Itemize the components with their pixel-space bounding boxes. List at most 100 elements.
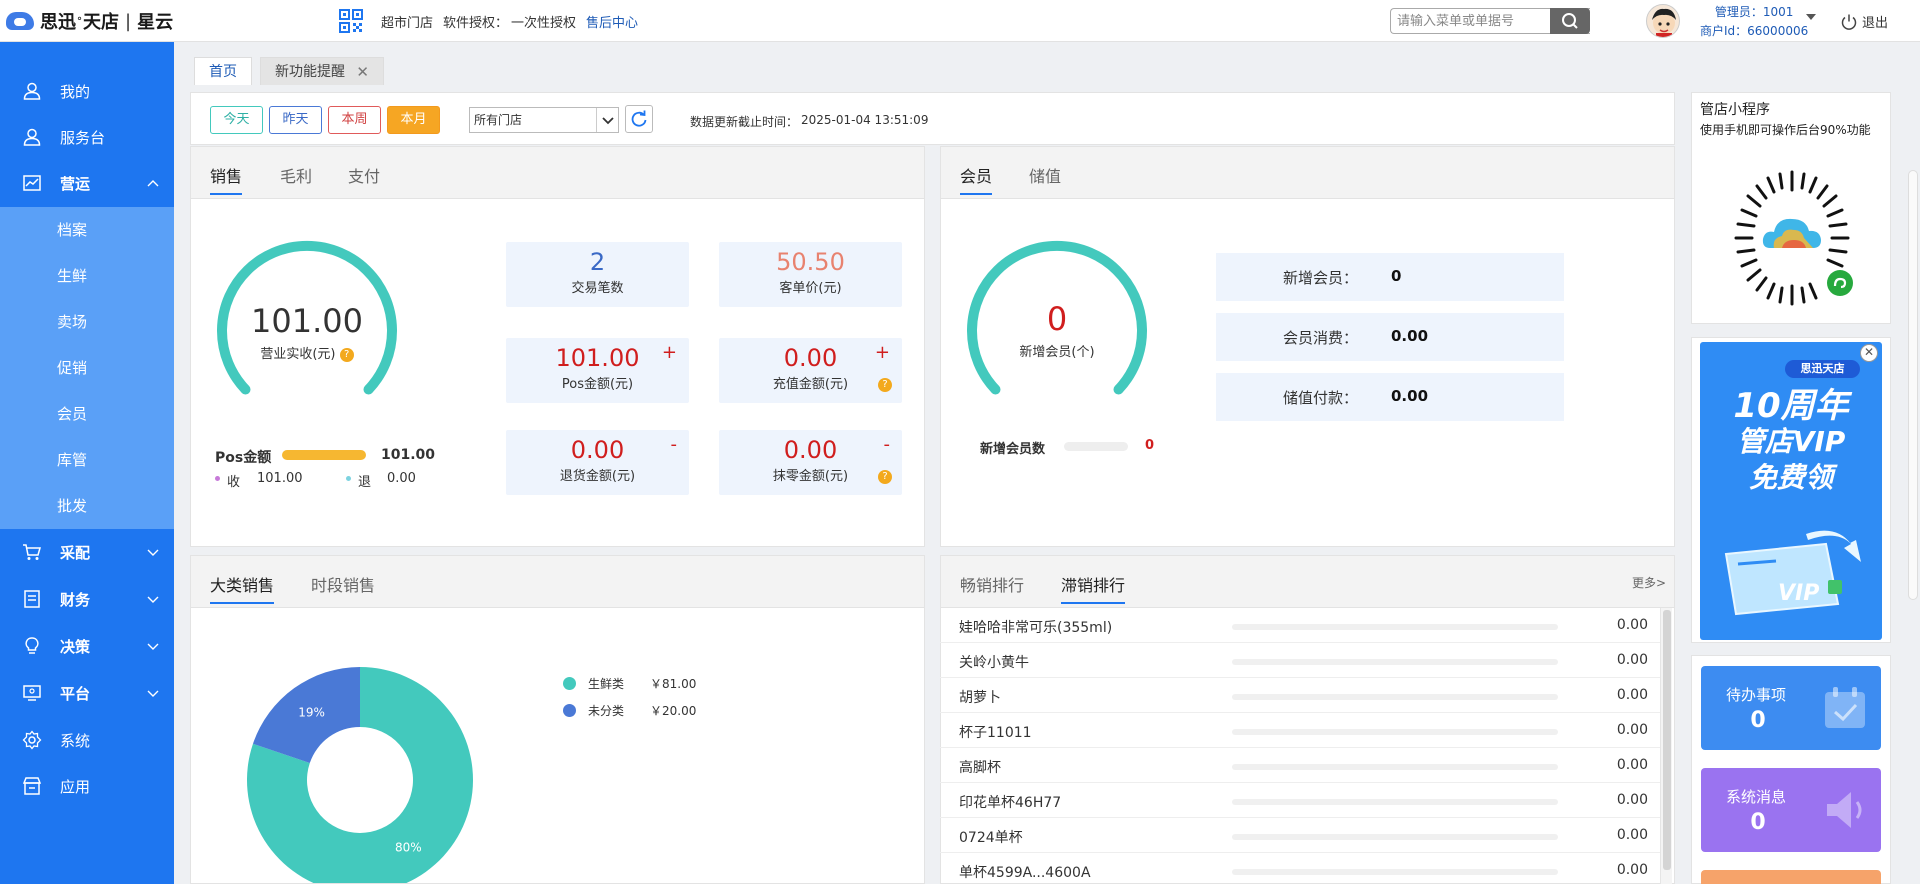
vip-ad-card[interactable]: 思迅天店 10周年 管店VIP 免费领 VIP ✕: [1691, 337, 1891, 643]
tab-stored-value[interactable]: 储值: [1029, 163, 1061, 187]
ranking-list: 娃哈哈非常可乐(355ml) 0.00 关岭小黄牛 0.00 胡萝卜 0.00 杯子1…: [940, 608, 1675, 884]
ad-line-2: 管店VIP: [1736, 425, 1846, 458]
tab-new-features[interactable]: 新功能提醒 ✕: [260, 57, 384, 85]
caret-down-icon[interactable]: [1806, 14, 1816, 20]
store-select[interactable]: 所有门店: [469, 107, 619, 133]
todo-label: 待办事项: [1726, 686, 1787, 704]
help-icon[interactable]: ?: [878, 470, 892, 484]
help-icon[interactable]: ?: [878, 378, 892, 392]
table-row[interactable]: 关岭小黄牛 0.00: [940, 643, 1660, 678]
tab-slow-selling[interactable]: 滞销排行: [1061, 572, 1126, 604]
rounding-amount-card[interactable]: 0.00 抹零金额(元) - ?: [719, 430, 902, 495]
sidebar-item-service-desk[interactable]: 服务台: [0, 114, 174, 160]
sidebar-subitem-fresh[interactable]: 生鲜: [0, 253, 174, 299]
more-link[interactable]: 更多>: [1632, 574, 1666, 591]
table-row[interactable]: 0724单杯 0.00: [940, 818, 1660, 853]
sidebar-item-platform[interactable]: 平台: [0, 670, 174, 716]
close-icon[interactable]: ✕: [1860, 344, 1878, 362]
table-row[interactable]: 高脚杯 0.00: [940, 748, 1660, 783]
legend-swatch-fresh: [563, 677, 576, 690]
tab-home[interactable]: 首页: [194, 57, 252, 85]
sidebar-item-operations[interactable]: 营运: [0, 160, 174, 206]
sidebar-subitem-wholesale[interactable]: 批发: [0, 483, 174, 529]
table-row[interactable]: 娃哈哈非常可乐(355ml) 0.00: [940, 608, 1660, 643]
income-label: 收: [227, 475, 241, 490]
filter-today-button[interactable]: 今天: [210, 106, 263, 134]
app-logo[interactable]: 思迅 ° 天店 | 星云: [6, 8, 173, 34]
sidebar-subitem-archive[interactable]: 档案: [0, 207, 174, 253]
account-info[interactable]: 管理员：1001 商户Id：66000006: [1700, 3, 1808, 41]
license-label: 软件授权：: [443, 16, 509, 31]
sidebar-subitem-inventory[interactable]: 库管: [0, 437, 174, 483]
tab-sales[interactable]: 销售: [210, 163, 243, 195]
help-icon[interactable]: ?: [339, 347, 354, 362]
member-row-stored-payment: 储值付款： 0.00: [1216, 373, 1564, 421]
todo-card[interactable]: 待办事项 0: [1701, 666, 1881, 750]
admin-id: 管理员：1001: [1714, 5, 1794, 19]
chevron-down-icon: [147, 596, 159, 603]
table-row[interactable]: 印花单杯46H77 0.00: [940, 783, 1660, 818]
todo-panel: 待办事项 0 系统消息 0: [1691, 655, 1891, 884]
update-label: 数据更新截止时间：: [690, 115, 799, 129]
search-button[interactable]: [1550, 8, 1590, 34]
member-row-new: 新增会员： 0: [1216, 253, 1564, 301]
sidebar-subitem-floor[interactable]: 卖场: [0, 299, 174, 345]
sidebar-item-apps[interactable]: 应用: [0, 763, 174, 809]
refresh-button[interactable]: [625, 105, 653, 133]
brand-product: 星云: [137, 12, 174, 33]
tab-period-sales[interactable]: 时段销售: [311, 572, 375, 596]
legend-value-fresh: ￥81.00: [650, 677, 697, 691]
pos-amount-label: Pos金额: [215, 450, 272, 466]
table-row[interactable]: 单杯4599A...4600A 0.00: [940, 853, 1660, 884]
pos-amount-card[interactable]: 101.00 Pos金额(元) +: [506, 338, 689, 403]
avg-order-card[interactable]: 50.50 客单价(元): [719, 242, 902, 307]
ranking-scrollbar[interactable]: [1660, 608, 1672, 884]
after-sales-link[interactable]: 售后中心: [586, 12, 638, 31]
mini-program-code-icon[interactable]: [1722, 168, 1862, 308]
sales-panel-header: 销售 毛利 支付: [191, 147, 924, 199]
update-time: 2025-01-04 13:51:09: [801, 113, 929, 127]
income-dot: [215, 476, 220, 481]
plus-icon: +: [661, 342, 677, 363]
sidebar-item-finance[interactable]: 财务: [0, 576, 174, 622]
sidebar-item-system[interactable]: 系统: [0, 717, 174, 763]
new-member-count-bar: [1064, 442, 1128, 451]
chevron-down-icon: [147, 549, 159, 556]
search-icon: [1562, 13, 1578, 29]
mini-program-title: 管店小程序: [1700, 102, 1770, 118]
page-scrollbar[interactable]: [1908, 170, 1918, 600]
avatar[interactable]: [1646, 4, 1680, 38]
mini-program-card[interactable]: 管店小程序 使用手机即可操作后台90%功能: [1691, 92, 1891, 324]
next-card[interactable]: [1701, 870, 1881, 884]
sidebar-subitem-member[interactable]: 会员: [0, 391, 174, 437]
table-row[interactable]: 胡萝卜 0.00: [940, 678, 1660, 713]
vip-ad-banner[interactable]: 思迅天店 10周年 管店VIP 免费领 VIP: [1700, 342, 1882, 640]
filter-week-button[interactable]: 本周: [328, 106, 381, 134]
filter-month-button[interactable]: 本月: [387, 106, 440, 134]
system-message-label: 系统消息: [1726, 788, 1787, 806]
tab-gross-profit[interactable]: 毛利: [280, 163, 312, 187]
sidebar-item-decision[interactable]: 决策: [0, 623, 174, 669]
system-message-value: 0: [1750, 810, 1766, 835]
sidebar-item-mine[interactable]: 我的: [0, 68, 174, 114]
refund-dot: [346, 476, 351, 481]
close-icon[interactable]: ✕: [356, 58, 369, 86]
recharge-amount-card[interactable]: 0.00 充值金额(元) + ?: [719, 338, 902, 403]
return-amount-card[interactable]: 0.00 退货金额(元) -: [506, 430, 689, 495]
refund-label: 退: [358, 475, 372, 490]
qr-code-icon[interactable]: [339, 9, 363, 33]
logout-button[interactable]: 退出: [1840, 12, 1888, 31]
tab-member[interactable]: 会员: [960, 163, 993, 195]
system-message-card[interactable]: 系统消息 0: [1701, 768, 1881, 852]
revenue-label: 营业实收(元) ?: [212, 343, 402, 362]
filter-yesterday-button[interactable]: 昨天: [269, 106, 322, 134]
legend-swatch-uncategorized: [563, 704, 576, 717]
tab-category-sales[interactable]: 大类销售: [210, 572, 275, 604]
tab-payment[interactable]: 支付: [348, 163, 380, 187]
tab-best-selling[interactable]: 畅销排行: [960, 572, 1024, 596]
sidebar-item-purchase[interactable]: 采配: [0, 529, 174, 575]
transaction-count-card[interactable]: 2 交易笔数: [506, 242, 689, 307]
sidebar-subitem-promotion[interactable]: 促销: [0, 345, 174, 391]
table-row[interactable]: 杯子11011 0.00: [940, 713, 1660, 748]
ad-brand: 思迅天店: [1785, 360, 1860, 378]
